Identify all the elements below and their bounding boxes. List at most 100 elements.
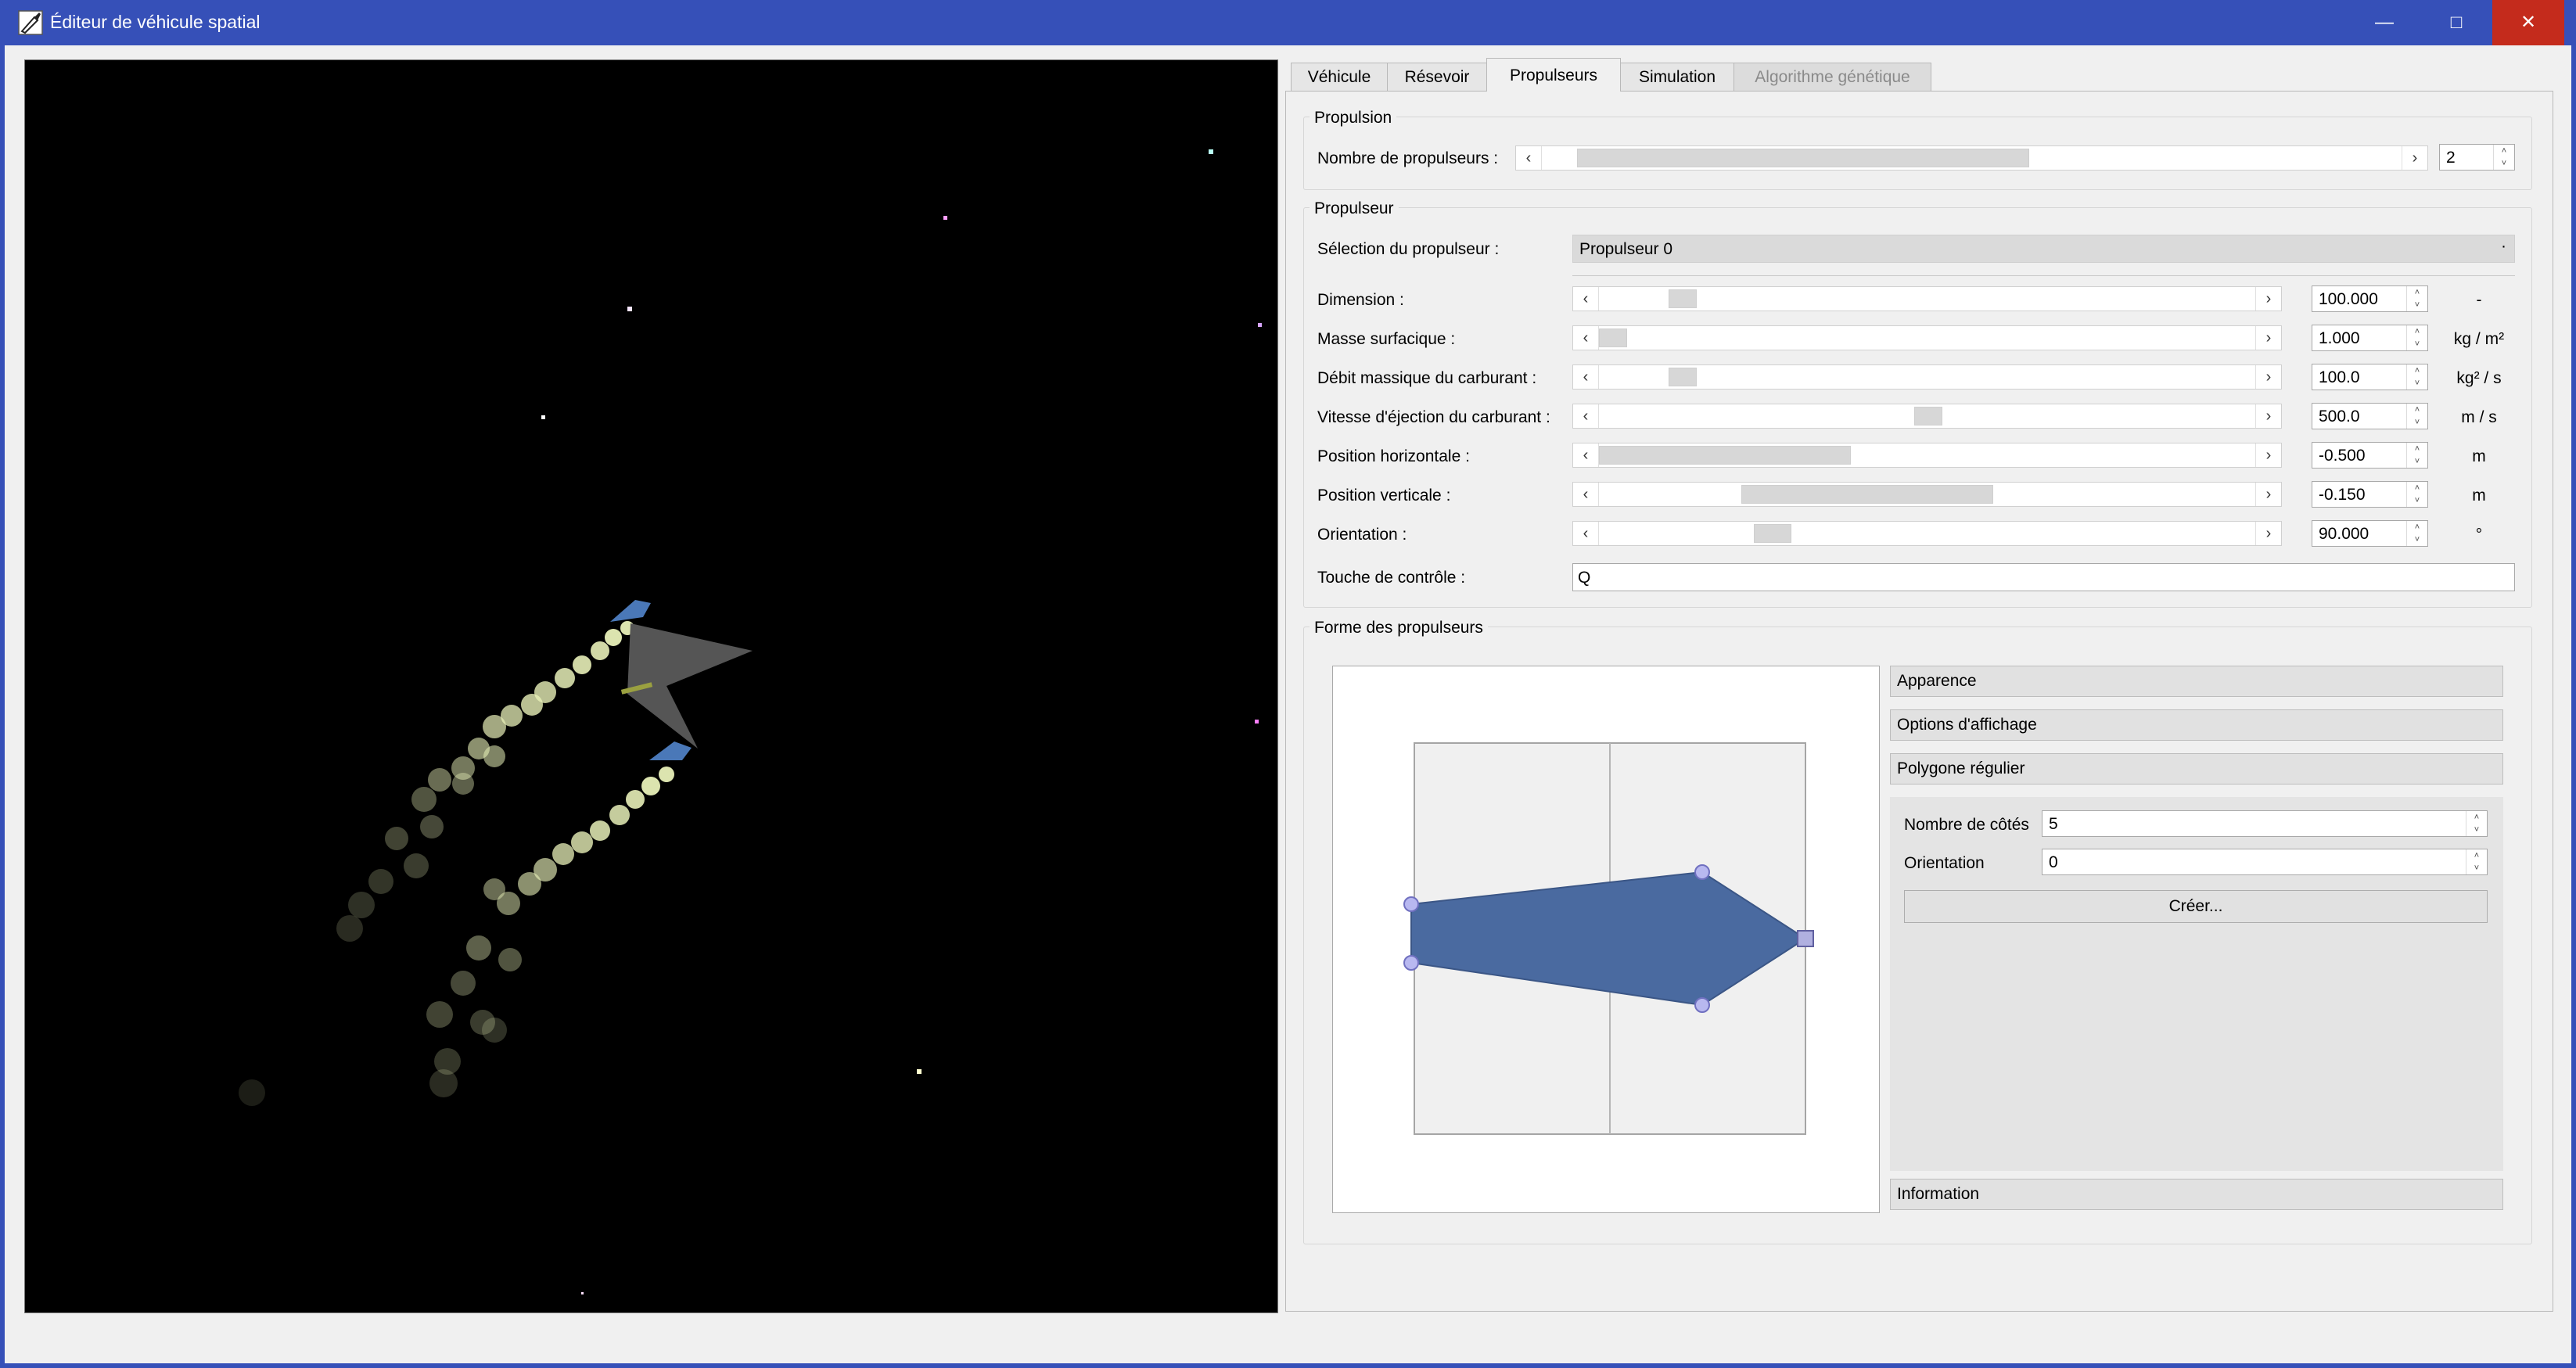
- slider-thumb[interactable]: [1669, 368, 1697, 386]
- close-button[interactable]: ✕: [2492, 0, 2564, 45]
- param-slider[interactable]: ‹ ›: [1572, 325, 2282, 350]
- sides-spinbox[interactable]: 5 ˄ ˅: [2042, 810, 2488, 837]
- param-value[interactable]: 90.000: [2319, 525, 2369, 544]
- slider-left-arrow-icon[interactable]: ‹: [1573, 365, 1599, 389]
- slider-thumb[interactable]: [1599, 446, 1851, 465]
- spinbox-arrows[interactable]: ˄ ˅: [2406, 404, 2427, 429]
- tab-reservoir[interactable]: Résevoir: [1387, 63, 1487, 91]
- param-slider[interactable]: ‹ ›: [1572, 404, 2282, 429]
- propulseur-selector-value: Propulseur 0: [1579, 240, 1673, 258]
- star: [917, 1069, 922, 1074]
- slider-thumb[interactable]: [1754, 524, 1791, 543]
- propulsion-group-title: Propulsion: [1310, 109, 1397, 127]
- slider-thumb[interactable]: [1914, 407, 1942, 425]
- slider-thumb[interactable]: [1741, 485, 1993, 504]
- slider-left-arrow-icon[interactable]: ‹: [1573, 483, 1599, 506]
- vertex-handle-selected: [1797, 930, 1814, 947]
- maximize-button[interactable]: □: [2420, 0, 2492, 45]
- param-value[interactable]: 100.0: [2319, 368, 2360, 387]
- slider-right-arrow-icon[interactable]: ›: [2255, 365, 2281, 389]
- slider-right-arrow-icon[interactable]: ›: [2255, 443, 2281, 467]
- propulsion-count-slider[interactable]: ‹ ›: [1515, 145, 2428, 171]
- star: [541, 415, 545, 419]
- toolbox-apparence[interactable]: Apparence: [1890, 666, 2503, 697]
- param-unit: m: [2472, 487, 2486, 504]
- tab-propulseurs[interactable]: Propulseurs: [1486, 58, 1621, 92]
- spinbox-arrows[interactable]: ˄ ˅: [2406, 521, 2427, 546]
- param-value[interactable]: -0.150: [2319, 486, 2366, 504]
- param-value[interactable]: 1.000: [2319, 329, 2360, 348]
- propulsion-count-value[interactable]: 2: [2446, 149, 2456, 167]
- control-key-value[interactable]: Q: [1578, 569, 1590, 587]
- param-spinbox[interactable]: -0.150 ˄ ˅: [2312, 481, 2428, 508]
- param-slider[interactable]: ‹ ›: [1572, 364, 2282, 390]
- polygon-preview: [1403, 742, 1814, 1135]
- param-spinbox[interactable]: 90.000 ˄ ˅: [2312, 520, 2428, 547]
- slider-left-arrow-icon[interactable]: ‹: [1516, 146, 1542, 170]
- slider-right-arrow-icon[interactable]: ›: [2402, 146, 2427, 170]
- propulsion-count-spinbox[interactable]: 2 ˄ ˅: [2439, 144, 2515, 171]
- param-label: Vitesse d'éjection du carburant :: [1317, 408, 1550, 426]
- slider-right-arrow-icon[interactable]: ›: [2255, 483, 2281, 506]
- param-slider[interactable]: ‹ ›: [1572, 482, 2282, 507]
- slider-left-arrow-icon[interactable]: ‹: [1573, 404, 1599, 428]
- slider-right-arrow-icon[interactable]: ›: [2255, 404, 2281, 428]
- toolbox-options-affichage[interactable]: Options d'affichage: [1890, 709, 2503, 741]
- tab-vehicule[interactable]: Véhicule: [1291, 63, 1388, 91]
- polygon-orientation-label: Orientation: [1904, 854, 1985, 872]
- exhaust-trail-lower: [239, 767, 674, 1106]
- star: [1209, 149, 1213, 154]
- tab-algorithme-genetique: Algorithme génétique: [1734, 63, 1931, 91]
- param-spinbox[interactable]: -0.500 ˄ ˅: [2312, 442, 2428, 469]
- propulseur-selector[interactable]: Propulseur 0 ·: [1572, 235, 2515, 263]
- spinbox-arrows[interactable]: ˄ ˅: [2466, 811, 2487, 836]
- toolbox-information[interactable]: Information: [1890, 1179, 2503, 1210]
- param-unit: kg² / s: [2456, 369, 2502, 387]
- tab-simulation[interactable]: Simulation: [1620, 63, 1734, 91]
- polygon-orientation-spinbox[interactable]: 0 ˄ ˅: [2042, 849, 2488, 875]
- minimize-button[interactable]: —: [2348, 0, 2420, 45]
- param-slider[interactable]: ‹ ›: [1572, 286, 2282, 311]
- param-slider[interactable]: ‹ ›: [1572, 521, 2282, 546]
- slider-thumb[interactable]: [1669, 289, 1697, 308]
- slider-left-arrow-icon[interactable]: ‹: [1573, 443, 1599, 467]
- slider-right-arrow-icon[interactable]: ›: [2255, 522, 2281, 545]
- slider-left-arrow-icon[interactable]: ‹: [1573, 522, 1599, 545]
- thruster-lower: [649, 741, 692, 760]
- slider-right-arrow-icon[interactable]: ›: [2255, 287, 2281, 311]
- toolbox-polygone-regulier[interactable]: Polygone régulier: [1890, 753, 2503, 785]
- space-scene: [239, 149, 1262, 1294]
- param-spinbox[interactable]: 100.0 ˄ ˅: [2312, 364, 2428, 390]
- param-label: Masse surfacique :: [1317, 330, 1456, 348]
- param-value[interactable]: 500.0: [2319, 408, 2360, 426]
- simulation-viewport[interactable]: [24, 59, 1278, 1313]
- param-value[interactable]: -0.500: [2319, 447, 2366, 465]
- slider-left-arrow-icon[interactable]: ‹: [1573, 326, 1599, 350]
- shape-editor-canvas[interactable]: [1332, 666, 1880, 1213]
- sides-value[interactable]: 5: [2049, 815, 2058, 834]
- slider-thumb[interactable]: [1599, 329, 1627, 347]
- polygon-tool-panel: Nombre de côtés 5 ˄ ˅ Orientation 0 ˄ ˅ Cr…: [1890, 797, 2503, 1171]
- param-value[interactable]: 100.000: [2319, 290, 2378, 309]
- control-key-input[interactable]: Q: [1572, 563, 2515, 591]
- spinbox-arrows[interactable]: ˄ ˅: [2406, 482, 2427, 507]
- star: [943, 216, 947, 220]
- spinbox-arrows[interactable]: ˄ ˅: [2406, 286, 2427, 311]
- param-slider[interactable]: ‹ ›: [1572, 443, 2282, 468]
- slider-right-arrow-icon[interactable]: ›: [2255, 326, 2281, 350]
- create-polygon-button[interactable]: Créer...: [1904, 890, 2488, 923]
- spaceship: [610, 600, 753, 760]
- spinbox-arrows[interactable]: ˄ ˅: [2466, 849, 2487, 874]
- spinbox-arrows[interactable]: ˄ ˅: [2406, 443, 2427, 468]
- spinbox-arrows[interactable]: ˄ ˅: [2493, 145, 2514, 170]
- star: [1258, 323, 1262, 327]
- slider-thumb[interactable]: [1577, 149, 2029, 167]
- param-spinbox[interactable]: 500.0 ˄ ˅: [2312, 403, 2428, 429]
- spinbox-arrows[interactable]: ˄ ˅: [2406, 364, 2427, 390]
- polygon-orientation-value[interactable]: 0: [2049, 853, 2058, 872]
- vertex-handle: [1694, 864, 1710, 880]
- param-spinbox[interactable]: 1.000 ˄ ˅: [2312, 325, 2428, 351]
- param-spinbox[interactable]: 100.000 ˄ ˅: [2312, 285, 2428, 312]
- slider-left-arrow-icon[interactable]: ‹: [1573, 287, 1599, 311]
- spinbox-arrows[interactable]: ˄ ˅: [2406, 325, 2427, 350]
